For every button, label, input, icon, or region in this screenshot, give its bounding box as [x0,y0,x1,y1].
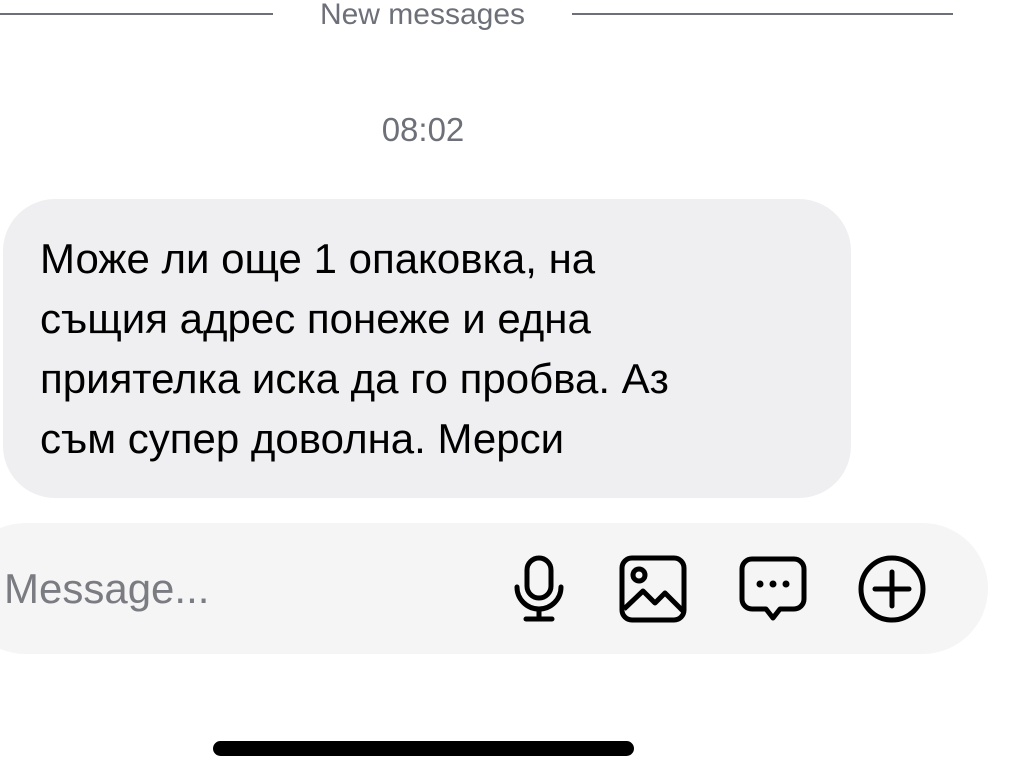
divider-line-right [572,13,953,15]
new-messages-divider: New messages [0,0,1013,31]
sticker-chat-icon [739,556,807,621]
sticker-chat-button[interactable] [737,553,809,625]
microphone-icon [514,555,564,622]
divider-line-left [0,13,273,15]
new-messages-label: New messages [319,0,526,31]
add-button[interactable] [856,553,928,625]
message-text: Може ли още 1 опаковка, на същия адрес п… [40,235,669,462]
incoming-message-bubble[interactable]: Може ли още 1 опаковка, на същия адрес п… [3,199,851,498]
message-composer [0,523,988,654]
message-timestamp: 08:02 [381,111,465,148]
microphone-button[interactable] [503,553,575,625]
home-indicator[interactable] [213,741,634,756]
image-icon [619,555,687,623]
add-icon [858,555,926,623]
image-button[interactable] [617,553,689,625]
message-input[interactable] [0,561,444,617]
